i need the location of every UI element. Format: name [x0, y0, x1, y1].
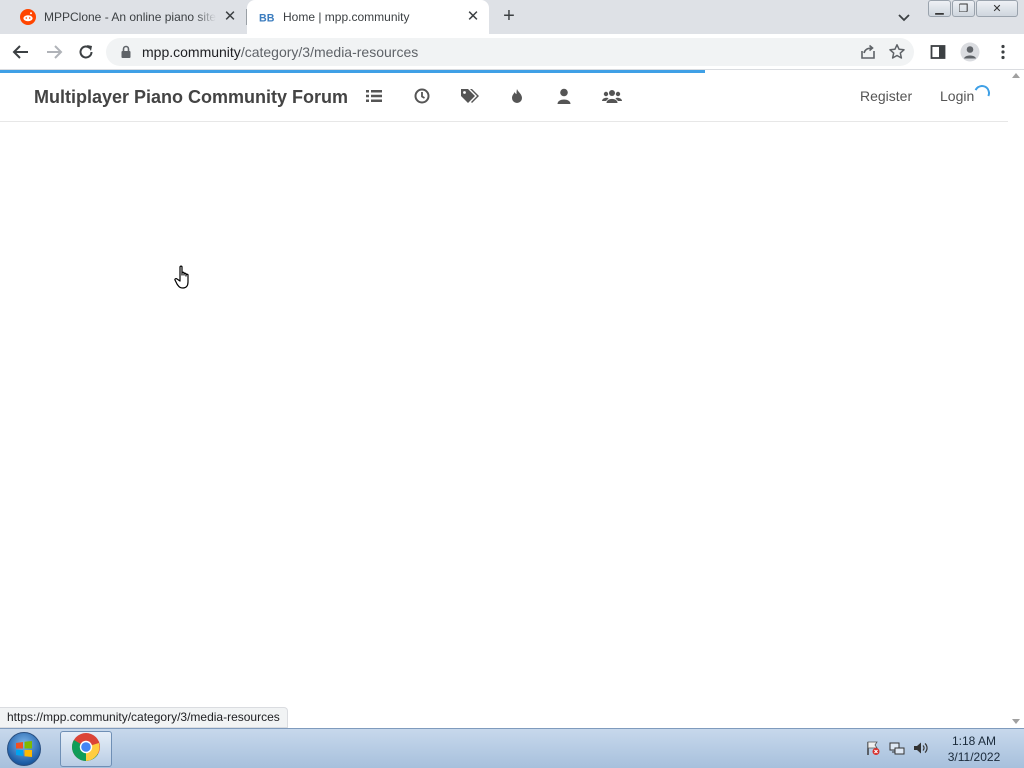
address-bar[interactable]: mpp.community/category/3/media-resources — [106, 38, 914, 66]
link-status-bubble: https://mpp.community/category/3/media-r… — [0, 707, 288, 728]
site-brand[interactable]: Multiplayer Piano Community Forum — [34, 87, 348, 108]
taskbar-clock[interactable]: 1:18 AM 3/11/2022 — [936, 733, 1012, 765]
tab-mppclone[interactable]: MPPClone - An online piano site ✕ — [0, 0, 246, 34]
bookmark-star-icon[interactable] — [888, 43, 906, 66]
browser-toolbar: mpp.community/category/3/media-resources — [0, 34, 1024, 70]
page-load-progress-bar — [0, 70, 705, 73]
tab-search-chevron-icon[interactable] — [896, 9, 912, 25]
back-icon[interactable] — [10, 41, 32, 63]
profile-avatar-icon[interactable] — [960, 42, 980, 62]
address-url[interactable]: mpp.community/category/3/media-resources — [142, 44, 418, 60]
clock-icon[interactable] — [413, 87, 431, 105]
tab-title: Home | mpp.community — [283, 10, 410, 24]
svg-text:BB: BB — [259, 12, 275, 24]
chrome-icon — [71, 732, 101, 767]
system-tray — [864, 739, 930, 757]
reddit-icon — [20, 9, 36, 25]
new-tab-button[interactable]: + — [498, 5, 520, 27]
hand-cursor-icon — [174, 265, 194, 296]
site-header: Multiplayer Piano Community Forum Regist… — [0, 71, 1008, 122]
url-path: /category/3/media-resources — [240, 44, 419, 60]
clock-date: 3/11/2022 — [947, 750, 1001, 764]
vertical-scrollbar[interactable] — [1008, 71, 1024, 728]
volume-icon[interactable] — [912, 739, 930, 757]
taskbar-chrome-button[interactable] — [60, 731, 112, 767]
list-icon[interactable] — [365, 87, 383, 105]
lock-icon[interactable] — [120, 45, 132, 64]
browser-menu-icon[interactable] — [993, 42, 1013, 62]
network-icon[interactable] — [888, 739, 906, 757]
register-link[interactable]: Register — [860, 88, 912, 104]
clock-time: 1:18 AM — [951, 734, 997, 748]
minimize-button[interactable]: ▁ — [928, 0, 951, 17]
tab-strip: MPPClone - An online piano site ✕ BB Hom… — [0, 0, 1024, 34]
web-page: Multiplayer Piano Community Forum Regist… — [0, 71, 1008, 728]
login-link[interactable]: Login — [940, 88, 974, 104]
scroll-down-arrow-icon[interactable] — [1012, 719, 1020, 724]
nodebb-icon: BB — [259, 9, 275, 25]
reload-icon[interactable] — [75, 41, 97, 63]
tags-icon[interactable] — [459, 87, 481, 105]
action-center-flag-icon[interactable] — [864, 739, 882, 757]
tab-close-icon[interactable]: ✕ — [465, 9, 481, 25]
fire-icon[interactable] — [508, 87, 526, 105]
start-button[interactable] — [4, 730, 44, 768]
forward-icon[interactable] — [43, 41, 65, 63]
windows-taskbar: 1:18 AM 3/11/2022 — [0, 728, 1024, 768]
side-panel-icon[interactable] — [928, 42, 948, 62]
scroll-up-arrow-icon[interactable] — [1012, 73, 1020, 78]
window-controls: ▁ ❐ ✕ — [927, 0, 1018, 18]
tab-close-icon[interactable]: ✕ — [222, 9, 238, 25]
windows-logo-icon — [7, 732, 41, 766]
users-icon[interactable] — [601, 87, 623, 105]
restore-button[interactable]: ❐ — [952, 0, 975, 17]
tab-title: MPPClone - An online piano site — [44, 10, 216, 24]
user-icon[interactable] — [555, 87, 573, 105]
loading-spinner — [971, 82, 993, 104]
tab-mpp-community[interactable]: BB Home | mpp.community ✕ — [247, 0, 489, 34]
close-window-button[interactable]: ✕ — [976, 0, 1018, 17]
share-icon[interactable] — [860, 44, 876, 65]
url-host: mpp.community — [142, 44, 241, 60]
